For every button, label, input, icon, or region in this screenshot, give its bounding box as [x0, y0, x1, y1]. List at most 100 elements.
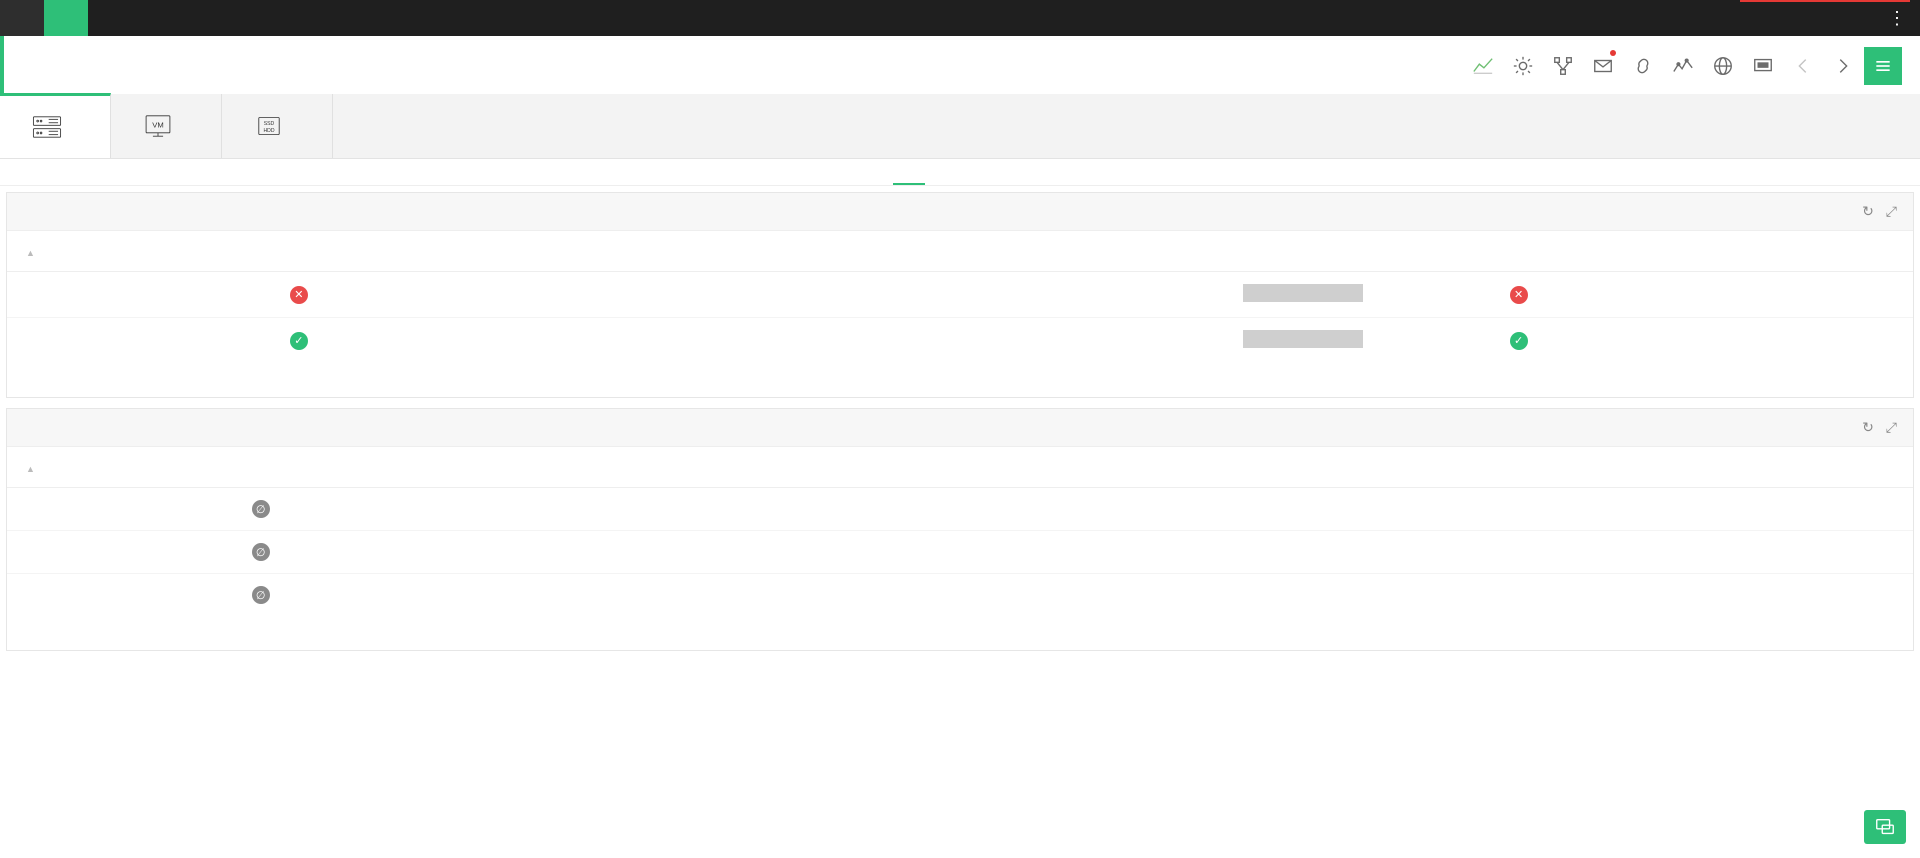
- col-description[interactable]: [445, 447, 674, 488]
- cell-type: [674, 574, 884, 617]
- top-nav: ⋮: [0, 0, 1920, 36]
- cell-lun: [1303, 574, 1513, 617]
- cell-driver: [884, 531, 1094, 574]
- subtab-interfaces[interactable]: [859, 159, 891, 185]
- cell-adapter-name: [7, 574, 236, 617]
- status-unknown-icon: ∅: [252, 543, 270, 561]
- nav-inventory[interactable]: [44, 0, 88, 36]
- cell-driver: [884, 488, 1094, 531]
- nav-reports[interactable]: [440, 0, 484, 36]
- next-icon[interactable]: [1824, 47, 1862, 85]
- subtab-monitors[interactable]: [1063, 159, 1095, 185]
- mail-icon[interactable]: [1584, 47, 1622, 85]
- globe-icon[interactable]: [1704, 47, 1742, 85]
- table-row[interactable]: ∅: [7, 531, 1913, 574]
- col-speed[interactable]: [769, 231, 998, 272]
- nav-apps[interactable]: [308, 0, 352, 36]
- table-row[interactable]: ∅: [7, 488, 1913, 531]
- col-lun-count[interactable]: [1303, 447, 1513, 488]
- cell-target: [1093, 488, 1303, 531]
- tab-datastores[interactable]: SSDHDD: [222, 94, 333, 158]
- cell-lun: [1303, 531, 1513, 574]
- refresh-icon[interactable]: ↻: [1862, 419, 1874, 436]
- link-icon[interactable]: [1624, 47, 1662, 85]
- col-nic-name[interactable]: ▲: [7, 231, 274, 272]
- prev-icon[interactable]: [1784, 47, 1822, 85]
- cell-driver: [998, 272, 1227, 318]
- table-row[interactable]: ✕ ✕: [7, 272, 1913, 318]
- title-actions: [1464, 47, 1902, 85]
- nav-workflow[interactable]: [352, 0, 396, 36]
- chart-icon[interactable]: [1464, 47, 1502, 85]
- tab-host[interactable]: [0, 93, 111, 158]
- nav-servers[interactable]: [132, 0, 176, 36]
- col-path-count[interactable]: [1513, 447, 1913, 488]
- col-type[interactable]: [674, 447, 884, 488]
- cell-speed: [769, 272, 998, 318]
- kebab-icon: ⋮: [1888, 9, 1906, 27]
- col-ip[interactable]: [503, 231, 770, 272]
- cell-status: ∅: [252, 500, 430, 518]
- graph-icon[interactable]: [1664, 47, 1702, 85]
- cell-status: ✕: [290, 286, 487, 304]
- datastore-icon: SSDHDD: [250, 107, 288, 145]
- panel-storage-adapters: ↻ ⤢ ▲ ∅: [6, 408, 1914, 651]
- subtab-summary[interactable]: [825, 159, 857, 185]
- cell-status: ∅: [252, 586, 430, 604]
- cell-status: ✓: [290, 332, 487, 350]
- topology-icon[interactable]: [1544, 47, 1582, 85]
- col-adapter-name[interactable]: ▲: [7, 447, 236, 488]
- col-status[interactable]: [274, 231, 503, 272]
- table-row[interactable]: ✓ ✓: [7, 318, 1913, 364]
- col-mac[interactable]: [1227, 231, 1494, 272]
- cell-lun: [1303, 488, 1513, 531]
- nav-dashboard[interactable]: [0, 0, 44, 36]
- cell-nic-name: [7, 272, 274, 318]
- summary-tabs: VM SSDHDD: [0, 94, 1920, 159]
- nav-network[interactable]: [88, 0, 132, 36]
- cell-type: [674, 531, 884, 574]
- col-target-count[interactable]: [1093, 447, 1303, 488]
- side-menu-toggle[interactable]: [1864, 47, 1902, 85]
- col-driver[interactable]: [998, 231, 1227, 272]
- svg-text:VM: VM: [152, 121, 163, 130]
- nics-table: ▲ ✕ ✕ ✓: [7, 231, 1913, 363]
- status-critical-icon: ✕: [290, 286, 308, 304]
- cell-duplex: ✕: [1494, 272, 1913, 318]
- subtab-active-processes[interactable]: [927, 159, 959, 185]
- alert-icon[interactable]: [1504, 47, 1542, 85]
- expand-icon[interactable]: ⤢: [1886, 203, 1897, 220]
- subtab-installed-softwares[interactable]: [961, 159, 993, 185]
- cell-mac: [1227, 272, 1494, 318]
- cell-ip: [503, 318, 770, 364]
- subtab-virtual-details[interactable]: [893, 159, 925, 185]
- nav-maps[interactable]: [264, 0, 308, 36]
- notification-dot: [1610, 50, 1616, 56]
- cell-description: [445, 531, 674, 574]
- chat-fab[interactable]: [1864, 810, 1906, 844]
- panel-physical-nics: ↻ ⤢ ▲ ✕ ✕ ✓: [6, 192, 1914, 398]
- tab-vms[interactable]: VM: [111, 94, 222, 158]
- subtab-hardware[interactable]: [995, 159, 1027, 185]
- host-icon: [28, 108, 66, 146]
- nav-virtualization[interactable]: [176, 0, 220, 36]
- cell-target: [1093, 574, 1303, 617]
- col-driver[interactable]: [884, 447, 1094, 488]
- col-duplex[interactable]: [1494, 231, 1913, 272]
- nav-overflow-menu[interactable]: ⋮: [1874, 0, 1920, 36]
- subtab-apps[interactable]: [1029, 159, 1061, 185]
- table-row[interactable]: ∅: [7, 574, 1913, 617]
- screen-icon[interactable]: [1744, 47, 1782, 85]
- adapters-table: ▲ ∅ ∅: [7, 447, 1913, 616]
- nav-alarms[interactable]: [220, 0, 264, 36]
- expand-icon[interactable]: ⤢: [1886, 419, 1897, 436]
- cell-adapter-name: [7, 488, 236, 531]
- cell-driver: [884, 574, 1094, 617]
- col-status[interactable]: [236, 447, 446, 488]
- cell-path: [1513, 488, 1913, 531]
- title-bar: [0, 36, 1920, 94]
- nav-settings[interactable]: [396, 0, 440, 36]
- cell-path: [1513, 531, 1913, 574]
- cell-speed: [769, 318, 998, 364]
- refresh-icon[interactable]: ↻: [1862, 203, 1874, 220]
